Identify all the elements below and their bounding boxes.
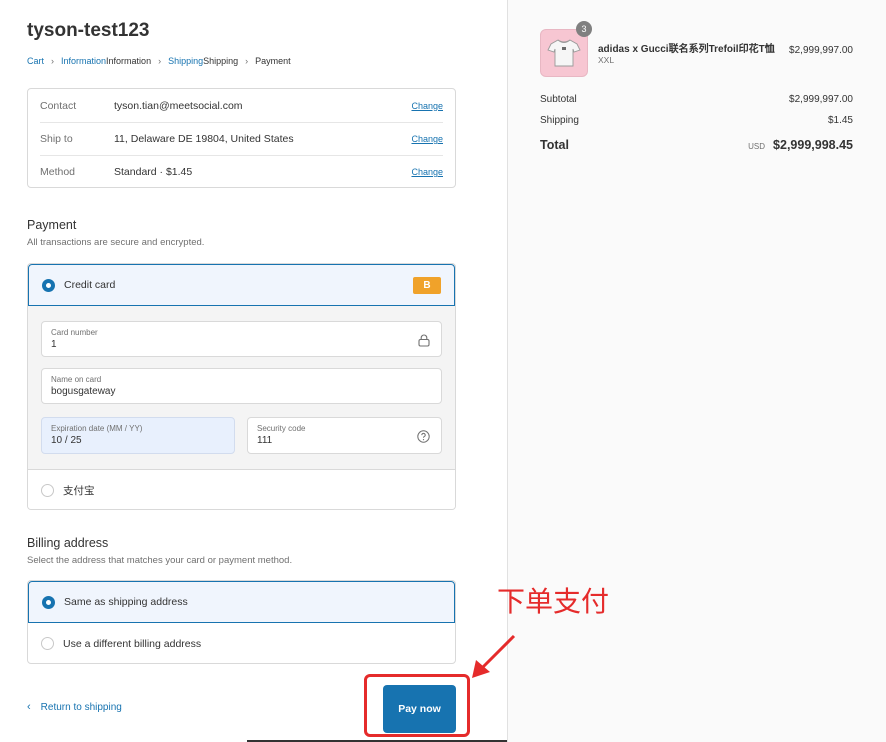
subtotal-row: Subtotal $2,999,997.00 <box>540 94 853 105</box>
total-row: Total USD $2,999,998.45 <box>540 138 853 152</box>
total-value: $2,999,998.45 <box>773 138 853 152</box>
shipping-row: Shipping $1.45 <box>540 115 853 126</box>
total-amount-group: USD $2,999,998.45 <box>748 138 853 152</box>
credit-card-label: Credit card <box>64 279 116 291</box>
method-label: Method <box>40 166 76 178</box>
name-on-card-field[interactable]: Name on card bogusgateway <box>41 368 442 404</box>
method-value: Standard · $1.45 <box>114 166 193 178</box>
card-number-label: Card number <box>51 328 98 337</box>
tshirt-icon <box>547 39 581 67</box>
card-number-value: 1 <box>51 339 57 350</box>
subtotal-label: Subtotal <box>540 94 577 105</box>
quantity-badge: 3 <box>576 21 592 37</box>
billing-options: Same as shipping address Use a different… <box>27 580 456 664</box>
radio-billing-same[interactable] <box>42 595 55 609</box>
payment-title: Payment <box>27 218 77 232</box>
return-to-shipping-label: Return to shipping <box>40 701 122 713</box>
order-summary <box>507 0 886 742</box>
expiration-value: 10 / 25 <box>51 435 82 446</box>
pay-now-button[interactable]: Pay now <box>383 685 456 733</box>
security-code-label: Security code <box>257 424 306 433</box>
radio-billing-different[interactable] <box>41 637 54 650</box>
expiration-label: Expiration date (MM / YY) <box>51 424 143 433</box>
change-method-link[interactable]: Change <box>411 167 443 177</box>
breadcrumb-shipping[interactable]: Shipping <box>168 56 203 66</box>
chevron-right-icon: › <box>51 56 55 66</box>
chevron-right-icon: › <box>158 56 162 66</box>
total-label: Total <box>540 138 569 152</box>
payment-option-credit-card[interactable]: Credit card B <box>28 264 455 306</box>
product-variant: XXL <box>598 55 615 65</box>
review-contact-row: Contact tyson.tian@meetsocial.com Change <box>40 89 443 122</box>
chevron-left-icon: ‹ <box>27 701 31 713</box>
billing-subtitle: Select the address that matches your car… <box>27 555 293 566</box>
contact-label: Contact <box>40 99 77 112</box>
ship-to-label: Ship to <box>40 133 73 145</box>
ship-to-value: 11, Delaware DE 19804, United States <box>114 133 294 145</box>
payment-option-alipay[interactable]: 支付宝 <box>28 469 455 509</box>
help-circle-icon[interactable] <box>417 430 430 448</box>
radio-credit-card[interactable] <box>42 278 55 292</box>
card-brand-icon: B <box>413 277 441 294</box>
review-ship-to-row: Ship to 11, Delaware DE 19804, United St… <box>40 122 443 155</box>
shipping-label: Shipping <box>540 115 579 126</box>
billing-option-different[interactable]: Use a different billing address <box>28 623 455 663</box>
billing-same-label: Same as shipping address <box>64 596 188 608</box>
arrow-annotation-icon <box>472 634 516 678</box>
name-on-card-value: bogusgateway <box>51 386 116 397</box>
subtotal-value: $2,999,997.00 <box>789 94 853 105</box>
payment-subtitle: All transactions are secure and encrypte… <box>27 237 205 248</box>
card-number-field[interactable]: Card number 1 <box>41 321 442 357</box>
change-contact-link[interactable]: Change <box>411 101 443 111</box>
total-currency: USD <box>748 142 766 151</box>
product-price: $2,999,997.00 <box>789 45 853 56</box>
billing-option-same[interactable]: Same as shipping address <box>28 581 455 623</box>
review-method-row: Method Standard · $1.45 Change <box>40 155 443 188</box>
lock-icon <box>418 334 430 352</box>
annotation-callout: 下单支付 <box>497 585 610 618</box>
review-box: Contact tyson.tian@meetsocial.com Change… <box>27 88 456 188</box>
billing-title: Billing address <box>27 536 109 550</box>
security-code-value: 111 <box>257 435 273 446</box>
breadcrumb-shipping-ghost: Shipping <box>203 56 239 66</box>
name-on-card-label: Name on card <box>51 375 102 384</box>
payment-methods: Credit card B Card number 1 Name on card… <box>27 263 456 510</box>
alipay-label: 支付宝 <box>63 484 95 497</box>
breadcrumb: Cart › Information Information › Shipping… <box>27 56 291 66</box>
chevron-right-icon: › <box>245 56 249 66</box>
security-code-field[interactable]: Security code 111 <box>247 417 442 454</box>
breadcrumb-information-ghost: Information <box>106 56 152 66</box>
breadcrumb-payment: Payment <box>255 56 291 66</box>
product-name: adidas x Gucci联名系列Trefoil印花T恤 <box>598 44 775 55</box>
shipping-value: $1.45 <box>827 115 853 126</box>
store-name[interactable]: tyson-test123 <box>27 20 150 42</box>
radio-alipay[interactable] <box>41 483 54 497</box>
return-to-shipping-link[interactable]: ‹ Return to shipping <box>27 701 122 713</box>
breadcrumb-cart[interactable]: Cart <box>27 56 44 66</box>
checkout-main: tyson-test123 Cart › Information Informat… <box>0 0 507 742</box>
breadcrumb-information[interactable]: Information <box>61 56 106 66</box>
change-ship-to-link[interactable]: Change <box>411 134 443 144</box>
billing-different-label: Use a different billing address <box>63 637 202 650</box>
expiration-field[interactable]: Expiration date (MM / YY) 10 / 25 <box>41 417 235 454</box>
contact-value: tyson.tian@meetsocial.com <box>114 99 243 112</box>
